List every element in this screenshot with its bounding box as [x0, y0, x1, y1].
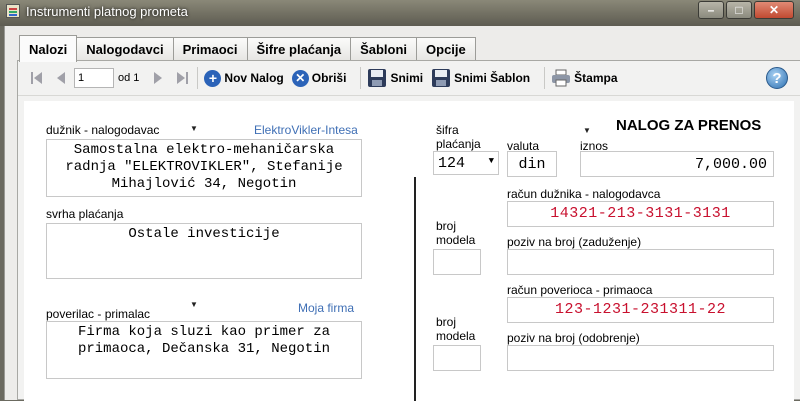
- model-credit-label-1: broj: [436, 315, 457, 329]
- payer-label: dužnik - nalogodavac: [46, 123, 160, 137]
- print-label: Štampa: [574, 71, 618, 85]
- model-credit-label-2: modela: [436, 329, 476, 343]
- help-button[interactable]: ?: [766, 67, 788, 89]
- first-record-icon[interactable]: [28, 69, 46, 87]
- tab-nalogodavci[interactable]: Nalogodavci: [76, 37, 174, 61]
- order-heading: NALOG ZA PRENOS: [616, 117, 762, 134]
- reference-credit-label: poziv na broj (odobrenje): [507, 331, 640, 345]
- previous-record-icon[interactable]: [52, 69, 70, 87]
- tab-bar: Nalozi Nalogodavci Primaoci Šifre plaćan…: [19, 35, 476, 62]
- floppy-disk-icon: [368, 69, 387, 87]
- toolbar-separator: [544, 67, 546, 89]
- record-count-label: od 1: [118, 72, 140, 84]
- payer-link[interactable]: ElektroVikler-Intesa: [254, 123, 358, 137]
- tab-nalozi[interactable]: Nalozi: [19, 35, 78, 62]
- next-record-icon[interactable]: [149, 69, 167, 87]
- plus-icon: +: [204, 69, 222, 87]
- currency-field[interactable]: din: [507, 151, 557, 177]
- purpose-label: svrha plaćanja: [46, 207, 124, 221]
- payment-code-value: 124: [438, 155, 466, 172]
- payer-account-label: račun dužnika - nalogodavca: [507, 187, 661, 201]
- payer-field[interactable]: Samostalna elektro-mehaničarska radnja "…: [46, 139, 362, 197]
- toolbar-separator: [197, 67, 199, 89]
- toolbar: od 1 + Nov Nalog ✕ Obriši Snimi: [18, 61, 800, 96]
- tab-panel: od 1 + Nov Nalog ✕ Obriši Snimi: [17, 60, 800, 401]
- save-label: Snimi: [390, 71, 424, 85]
- model-debit-label-1: broj: [436, 219, 457, 233]
- print-button[interactable]: Štampa: [551, 69, 618, 87]
- tab-sifre-placanja[interactable]: Šifre plaćanja: [246, 37, 352, 61]
- payment-code-label-1: šifra: [436, 123, 459, 137]
- new-order-button[interactable]: + Nov Nalog: [204, 69, 284, 87]
- model-debit-label-2: modela: [436, 233, 476, 247]
- recipient-label: poverilac - primalac: [46, 307, 151, 321]
- last-record-icon[interactable]: [173, 69, 191, 87]
- payment-code-select[interactable]: 124 ▼: [433, 151, 499, 175]
- main-window: Nalozi Nalogodavci Primaoci Šifre plaćan…: [4, 26, 800, 401]
- column-divider: [414, 177, 416, 401]
- chevron-down-icon: ▼: [488, 156, 494, 166]
- recipient-dropdown-icon[interactable]: ▼: [188, 297, 200, 311]
- recipient-account-label: račun poverioca - primaoca: [507, 283, 653, 297]
- reference-credit-field[interactable]: [507, 345, 774, 371]
- payer-dropdown-icon[interactable]: ▼: [188, 121, 200, 135]
- save-button[interactable]: Snimi: [367, 68, 423, 88]
- save-template-label: Snimi Šablon: [454, 71, 531, 85]
- tab-primaoci[interactable]: Primaoci: [172, 37, 248, 61]
- save-template-button[interactable]: Snimi Šablon: [431, 68, 530, 88]
- payer-account-field[interactable]: 14321-213-3131-3131: [507, 201, 774, 227]
- app-icon: [6, 4, 20, 18]
- delete-label: Obriši: [311, 71, 347, 85]
- close-button[interactable]: ✕: [754, 1, 794, 19]
- new-order-label: Nov Nalog: [224, 71, 284, 85]
- amount-field[interactable]: 7,000.00: [580, 151, 774, 177]
- delete-x-icon: ✕: [291, 69, 309, 87]
- reference-debit-field[interactable]: [507, 249, 774, 275]
- title-bar: Instrumenti platnog prometa – □ ✕: [0, 0, 800, 26]
- purpose-field[interactable]: Ostale investicije: [46, 223, 362, 279]
- record-number-input[interactable]: [74, 68, 114, 88]
- printer-icon: [552, 69, 571, 87]
- window-title: Instrumenti platnog prometa: [26, 4, 188, 19]
- floppy-disk-icon: [432, 69, 451, 87]
- minimize-button[interactable]: –: [698, 1, 724, 19]
- payment-code-label-2: plaćanja: [436, 137, 481, 151]
- recipient-account-field[interactable]: 123-1231-231311-22: [507, 297, 774, 323]
- order-type-dropdown-icon[interactable]: ▼: [581, 123, 593, 137]
- window-controls: – □ ✕: [698, 1, 794, 19]
- payment-order-form: dužnik - nalogodavac ▼ ElektroVikler-Int…: [24, 101, 794, 401]
- delete-button[interactable]: ✕ Obriši: [291, 69, 347, 87]
- model-credit-field[interactable]: [433, 345, 481, 371]
- model-debit-field[interactable]: [433, 249, 481, 275]
- tab-sabloni[interactable]: Šabloni: [350, 37, 418, 61]
- maximize-button[interactable]: □: [726, 1, 752, 19]
- recipient-field[interactable]: Firma koja sluzi kao primer za primaoca,…: [46, 321, 362, 379]
- tab-opcije[interactable]: Opcije: [416, 37, 476, 61]
- toolbar-separator: [360, 67, 362, 89]
- reference-debit-label: poziv na broj (zaduženje): [507, 235, 642, 249]
- recipient-link[interactable]: Moja firma: [298, 301, 354, 315]
